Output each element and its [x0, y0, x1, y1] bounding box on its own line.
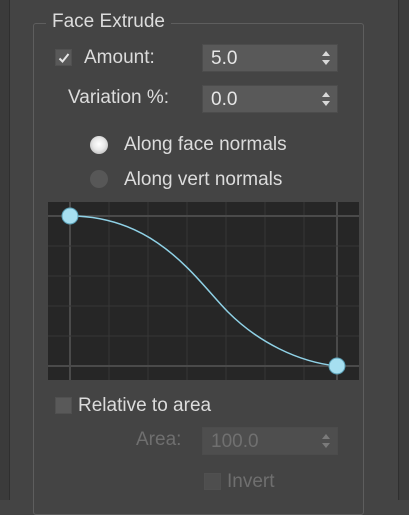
curve-end-point[interactable]	[328, 357, 346, 375]
panel-left-edge	[0, 0, 10, 500]
falloff-curve-editor[interactable]	[48, 202, 359, 380]
spinner-arrows-icon[interactable]	[322, 434, 330, 448]
area-value[interactable]: 100.0	[211, 430, 259, 454]
group-title: Face Extrude	[46, 10, 171, 34]
amount-spinner[interactable]: 5.0	[202, 44, 338, 72]
area-label: Area:	[136, 429, 182, 450]
spinner-arrows-icon[interactable]	[322, 92, 330, 106]
amount-value[interactable]: 5.0	[211, 47, 237, 71]
invert-checkbox[interactable]	[204, 473, 221, 490]
radio-vert-normals-label[interactable]: Along vert normals	[124, 168, 282, 192]
amount-checkbox[interactable]	[55, 49, 72, 66]
check-icon	[58, 53, 70, 63]
variation-label: Variation %:	[68, 87, 170, 108]
area-spinner[interactable]: 100.0	[202, 427, 338, 455]
amount-label: Amount:	[84, 47, 155, 68]
radio-vert-normals[interactable]	[90, 170, 108, 188]
variation-value[interactable]: 0.0	[211, 88, 237, 112]
panel-right-edge	[398, 0, 409, 500]
relative-to-area-checkbox[interactable]	[55, 397, 72, 414]
spinner-arrows-icon[interactable]	[322, 51, 330, 65]
invert-label[interactable]: Invert	[227, 470, 275, 494]
curve-start-point[interactable]	[61, 207, 79, 225]
radio-face-normals-label[interactable]: Along face normals	[124, 133, 287, 157]
radio-face-normals[interactable]	[90, 136, 108, 154]
curve-graph[interactable]	[48, 202, 359, 380]
relative-to-area-label[interactable]: Relative to area	[78, 394, 211, 418]
variation-spinner[interactable]: 0.0	[202, 85, 338, 113]
falloff-curve[interactable]	[69, 215, 338, 367]
